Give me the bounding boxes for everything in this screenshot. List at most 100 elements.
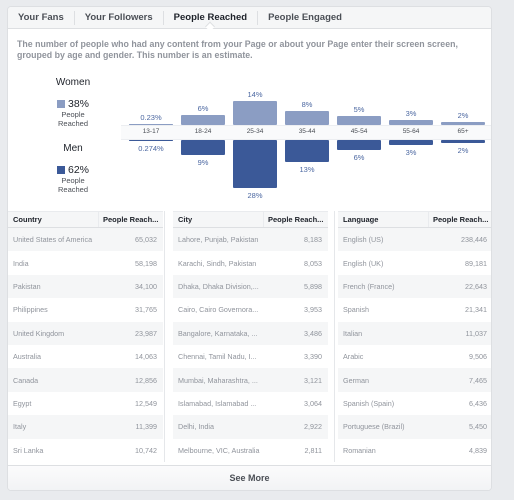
table-row[interactable]: Portuguese (Brazil) 5,450 (338, 415, 491, 439)
row-value: 31,765 (135, 305, 157, 315)
table-row[interactable]: Spanish (Spain) 6,436 (338, 392, 491, 415)
column-header-people-reached[interactable]: People Reach... (264, 212, 328, 227)
table-row[interactable]: Philippines 31,765 (8, 298, 163, 321)
men-data-label: 6% (353, 153, 365, 163)
row-value: 8,183 (304, 235, 322, 245)
row-label: Italian (343, 328, 363, 338)
table-row[interactable]: German 7,465 (338, 368, 491, 392)
age-category-label: 45-54 (350, 128, 368, 135)
row-value: 10,742 (135, 445, 157, 455)
row-value: 3,121 (304, 375, 322, 385)
row-label: India (13, 258, 29, 268)
table-row[interactable]: English (US) 238,446 (338, 228, 491, 252)
men-data-label: 0.274% (138, 144, 164, 153)
row-value: 7,465 (469, 375, 487, 385)
table-row[interactable]: Melbourne, VIC, Australia 2,811 (173, 439, 328, 462)
age-category-label: 35-44 (298, 128, 316, 135)
language-table-header: Language People Reach... (338, 211, 491, 228)
table-row[interactable]: Dhaka, Dhaka Division,... 5,898 (173, 274, 328, 299)
column-header-city[interactable]: City (173, 212, 264, 227)
row-value: 9,506 (469, 352, 487, 362)
column-header-people-reached[interactable]: People Reach... (429, 212, 491, 227)
women-bar[interactable] (337, 116, 381, 125)
table-row[interactable]: Pakistan 34,100 (8, 274, 163, 299)
row-value: 12,856 (135, 375, 157, 385)
women-bar[interactable] (181, 114, 225, 125)
table-row[interactable]: Delhi, India 2,922 (173, 415, 328, 439)
table-row[interactable]: United States of America 65,032 (8, 228, 163, 252)
table-row[interactable]: Australia 14,063 (8, 345, 163, 368)
row-value: 89,181 (465, 258, 487, 268)
table-row[interactable]: French (France) 22,643 (338, 274, 491, 299)
women-bar[interactable] (129, 124, 173, 125)
men-bar[interactable] (389, 140, 433, 146)
age-category-label: 13-17 (142, 128, 160, 135)
men-bar[interactable] (441, 140, 485, 144)
row-label: Portuguese (Brazil) (343, 422, 405, 432)
table-row[interactable]: Italian 11,037 (338, 321, 491, 345)
city-table-header: City People Reach... (173, 211, 328, 228)
row-label: Chennai, Tamil Nadu, I... (178, 352, 257, 362)
women-bar[interactable] (285, 111, 329, 125)
women-bar[interactable] (389, 119, 433, 125)
row-label: Delhi, India (178, 422, 214, 432)
column-header-language[interactable]: Language (338, 212, 429, 227)
men-bar[interactable] (337, 140, 381, 151)
women-bar[interactable] (233, 100, 277, 125)
women-data-label: 6% (197, 103, 209, 113)
table-row[interactable]: Cairo, Cairo Governora... 3,953 (173, 298, 328, 321)
men-data-label: 9% (197, 158, 209, 168)
men-data-label: 2% (457, 146, 469, 156)
men-data-label: 13% (299, 165, 315, 175)
row-label: Bangalore, Karnataka, ... (178, 328, 258, 338)
table-row[interactable]: India 58,198 (8, 251, 163, 274)
row-label: Australia (13, 352, 41, 362)
table-row[interactable]: Sri Lanka 10,742 (8, 439, 163, 462)
column-header-people-reached[interactable]: People Reach... (99, 212, 163, 227)
row-value: 23,987 (135, 328, 157, 338)
row-label: Romanian (343, 445, 376, 455)
row-value: 5,450 (469, 422, 487, 432)
table-row[interactable]: Arabic 9,506 (338, 345, 491, 368)
row-label: German (343, 375, 369, 385)
women-bar[interactable] (441, 121, 485, 125)
row-value: 8,053 (304, 258, 322, 268)
row-value: 3,390 (304, 352, 322, 362)
table-row[interactable]: Islamabad, Islamabad ... 3,064 (173, 392, 328, 415)
row-value: 3,064 (304, 398, 322, 408)
table-row[interactable]: Chennai, Tamil Nadu, I... 3,390 (173, 345, 328, 368)
row-label: English (UK) (343, 258, 384, 268)
row-label: Dhaka, Dhaka Division,... (178, 281, 259, 291)
women-data-label: 0.23% (140, 113, 162, 122)
row-label: Arabic (343, 352, 364, 362)
men-bar[interactable] (285, 140, 329, 163)
row-label: Italy (13, 422, 27, 432)
row-label: Sri Lanka (13, 445, 44, 455)
table-row[interactable]: Romanian 4,839 (338, 439, 491, 462)
row-value: 21,341 (465, 305, 487, 315)
table-row[interactable]: Spanish 21,341 (338, 298, 491, 321)
table-row[interactable]: English (UK) 89,181 (338, 251, 491, 274)
men-bar[interactable] (181, 140, 225, 156)
see-more-button[interactable]: See More (8, 465, 491, 490)
country-table: Country People Reach... United States of… (8, 211, 163, 462)
column-header-country[interactable]: Country (8, 212, 99, 227)
age-category-label: 25-34 (246, 128, 264, 135)
table-row[interactable]: Bangalore, Karnataka, ... 3,486 (173, 321, 328, 345)
table-row[interactable]: Karachi, Sindh, Pakistan 8,053 (173, 251, 328, 274)
table-row[interactable]: Mumbai, Maharashtra, ... 3,121 (173, 368, 328, 392)
men-bar[interactable] (129, 140, 173, 141)
table-row[interactable]: United Kingdom 23,987 (8, 321, 163, 345)
table-row[interactable]: Canada 12,856 (8, 368, 163, 392)
table-row[interactable]: Lahore, Punjab, Pakistan 8,183 (173, 228, 328, 252)
row-value: 4,839 (469, 445, 487, 455)
women-data-label: 8% (301, 100, 313, 110)
table-row[interactable]: Italy 11,399 (8, 415, 163, 439)
men-data-label: 28% (247, 191, 263, 201)
table-row[interactable]: Egypt 12,549 (8, 392, 163, 415)
row-label: United States of America (13, 235, 93, 245)
row-value: 22,643 (465, 281, 487, 291)
men-bar[interactable] (233, 140, 277, 189)
row-value: 5,898 (304, 281, 322, 291)
row-value: 3,953 (304, 305, 322, 315)
